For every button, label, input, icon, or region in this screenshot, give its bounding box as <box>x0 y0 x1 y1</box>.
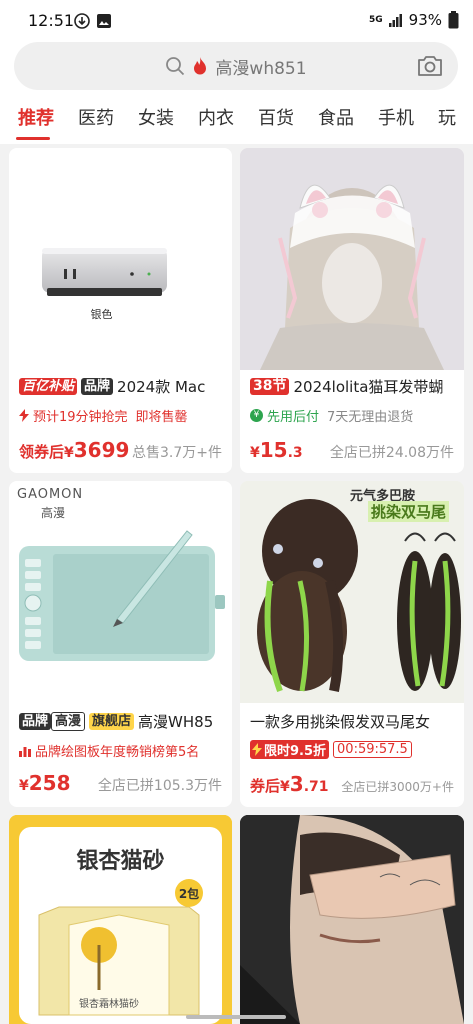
image-headline-2: 挑染双马尾 <box>368 501 450 522</box>
product-card-face-tape[interactable] <box>240 815 464 1024</box>
tab-medicine[interactable]: 医药 <box>66 96 126 144</box>
brand-badge: 品牌 <box>81 378 114 395</box>
product-image: 元气多巴胺 挑染双马尾 <box>240 481 464 703</box>
tab-women-clothing[interactable]: 女装 <box>126 96 186 144</box>
limited-discount-badge: 限时9.5折 <box>250 740 330 759</box>
search-icon <box>166 57 185 76</box>
pack-count-badge: 2包 <box>178 887 200 901</box>
subsidy-badge: 百亿补贴 <box>19 378 78 395</box>
product-title: 2024lolita猫耳发带蝴 <box>293 378 444 396</box>
brand-name-cn: 高漫 <box>41 506 66 520</box>
headband-image <box>240 148 464 370</box>
pay-later-label: 先用后付 <box>267 410 320 425</box>
tab-phones[interactable]: 手机 <box>366 96 426 144</box>
image-title: 银杏猫砂 <box>76 849 165 874</box>
battery-percent: 93% <box>408 11 442 29</box>
countdown-text: 预计19分钟抢完 <box>33 410 128 425</box>
product-title: 2024款 Mac <box>117 378 206 396</box>
tab-toys[interactable]: 玩 <box>426 96 468 144</box>
product-card-headband[interactable]: 38节 2024lolita猫耳发带蝴 ¥ 先用后付 7天无理由退货 ¥ 15 … <box>240 148 464 473</box>
brand-logo: GAOMON <box>17 487 84 502</box>
product-image <box>240 148 464 370</box>
search-text: 高漫wh851 <box>215 58 307 79</box>
signal-icon <box>388 14 402 27</box>
search-area: 高漫wh851 <box>0 40 473 96</box>
lightning-icon <box>19 409 29 422</box>
flagship-badge: 旗舰店 <box>89 713 135 730</box>
network-label: 5G <box>369 14 383 25</box>
hot-flame-icon <box>194 57 207 75</box>
status-bar: 12:51 5G 93% <box>0 0 473 40</box>
product-card-mac[interactable]: 银色 百亿补贴 品牌 2024款 Mac 预计19分钟抢完 即将售罄 领券后 ¥… <box>9 148 232 473</box>
face-tape-image <box>240 815 464 1024</box>
price: ¥ 15 .3 <box>250 438 303 462</box>
product-title: 一款多用挑染假发双马尾女 <box>250 713 431 731</box>
product-title: 高漫WH85 <box>138 713 214 731</box>
countdown-timer: 00:59:57.5 <box>333 741 412 758</box>
tab-recommend[interactable]: 推荐 <box>0 96 66 144</box>
search-input[interactable]: 高漫wh851 <box>14 42 458 90</box>
product-card-tablet[interactable]: GAOMON 高漫 品牌 高漫 旗舰店 高漫WH85 品牌绘图板年度畅销榜第5名… <box>9 481 232 807</box>
ranking-icon <box>19 746 31 757</box>
tab-food[interactable]: 食品 <box>306 96 366 144</box>
tab-underwear[interactable]: 内衣 <box>186 96 246 144</box>
product-card-cat-litter[interactable]: 银杏猫砂 2包 银杏霜林猫砂 <box>9 815 232 1024</box>
return-policy: 7天无理由退货 <box>327 410 414 425</box>
brand-name-badge: 高漫 <box>51 712 86 731</box>
camera-icon[interactable] <box>416 53 444 79</box>
price: 领券后 ¥ 3699 <box>19 438 130 462</box>
lightning-icon <box>252 743 262 756</box>
category-tabs: 推荐 医药 女装 内衣 百货 食品 手机 玩 <box>0 96 473 144</box>
sold-count: 全店已拼24.08万件 <box>329 445 454 461</box>
gesture-bar[interactable] <box>186 1015 286 1019</box>
color-caption: 银色 <box>90 308 113 321</box>
tab-general-goods[interactable]: 百货 <box>246 96 306 144</box>
sold-count: 全店已拼3000万+件 <box>341 780 454 794</box>
ranking-text: 品牌绘图板年度畅销榜第5名 <box>35 745 200 760</box>
product-image: GAOMON 高漫 <box>9 481 232 703</box>
brand-badge: 品牌 <box>19 713 52 730</box>
gallery-icon <box>97 14 111 28</box>
product-image <box>240 815 464 1024</box>
download-icon <box>74 13 90 29</box>
price: ¥ 258 <box>19 771 71 795</box>
product-card-wig[interactable]: 元气多巴胺 挑染双马尾 一款多用挑染假发双马尾女 限时9.5折 00:59:57… <box>240 481 464 807</box>
product-image: 银杏猫砂 2包 银杏霜林猫砂 <box>9 815 232 1024</box>
sellout-text: 即将售罄 <box>135 410 188 425</box>
product-image: 银色 <box>9 148 232 370</box>
status-time: 12:51 <box>28 11 75 30</box>
sold-count: 总售3.7万+件 <box>132 445 222 461</box>
mac-mini-image <box>42 248 167 296</box>
package-label: 银杏霜林猫砂 <box>79 999 139 1010</box>
festival-badge: 38节 <box>250 378 290 395</box>
price: 券后 ¥ 3 .71 <box>250 772 329 796</box>
pay-later-icon: ¥ <box>250 409 263 422</box>
sold-count: 全店已拼105.3万件 <box>97 778 222 794</box>
battery-icon <box>448 11 459 29</box>
